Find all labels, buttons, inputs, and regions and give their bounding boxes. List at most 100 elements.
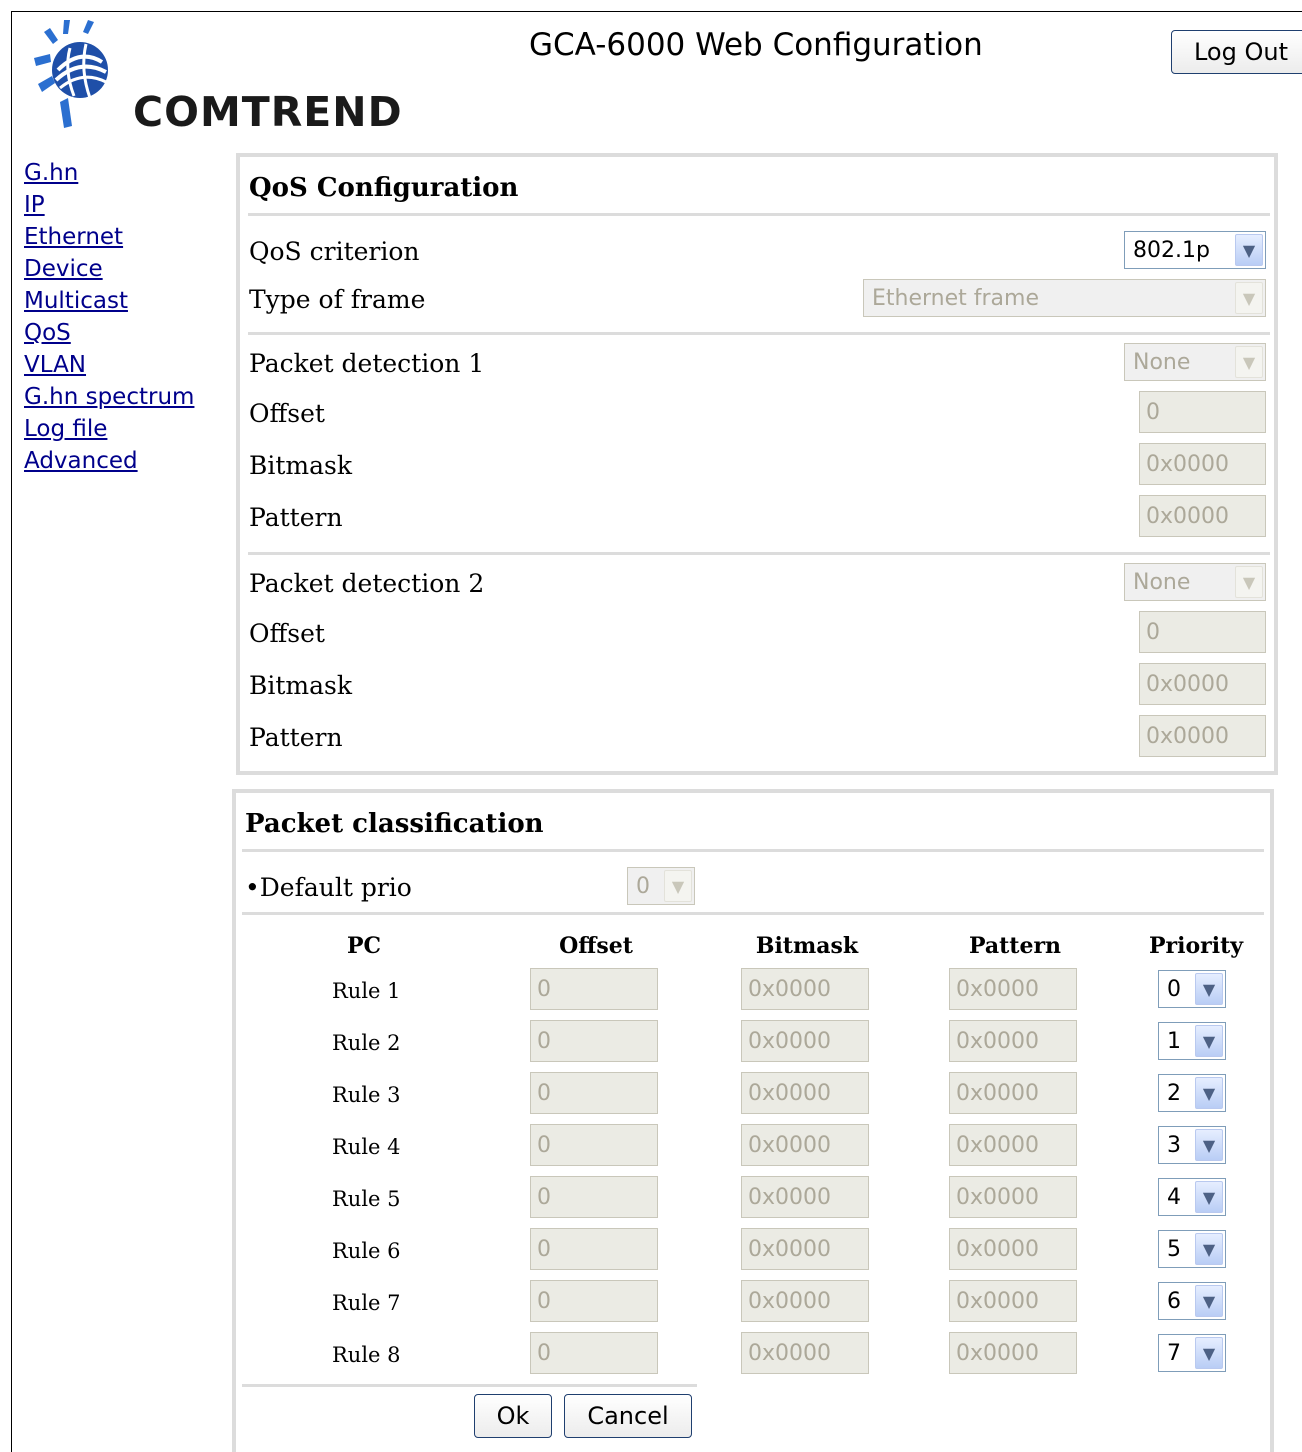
rule-priority-select[interactable]: 3 ▼	[1158, 1126, 1226, 1164]
comtrend-logo-icon	[34, 20, 108, 128]
pd2-offset-input[interactable]: 0	[1139, 611, 1266, 653]
column-header-pc: PC	[346, 933, 382, 959]
pd2-offset-label: Offset	[249, 619, 325, 648]
chevron-down-icon: ▼	[1195, 1025, 1223, 1057]
rule-priority-value: 7	[1167, 1340, 1181, 1366]
rule-offset-input[interactable]: 0	[530, 1228, 658, 1270]
logout-button[interactable]: Log Out	[1171, 30, 1302, 74]
pd2-bitmask-label: Bitmask	[249, 671, 353, 700]
rule-offset-input[interactable]: 0	[530, 968, 658, 1010]
pd1-offset-input[interactable]: 0	[1139, 391, 1266, 433]
rule-bitmask-input[interactable]: 0x0000	[741, 1176, 869, 1218]
rule-pattern-input[interactable]: 0x0000	[949, 1280, 1077, 1322]
chevron-down-icon: ▼	[1195, 973, 1223, 1005]
rule-bitmask-input[interactable]: 0x0000	[741, 968, 869, 1010]
rule-offset-input[interactable]: 0	[530, 1332, 658, 1374]
divider	[248, 552, 1270, 555]
rule-bitmask-input[interactable]: 0x0000	[741, 1072, 869, 1114]
rule-offset-input[interactable]: 0	[530, 1280, 658, 1322]
chevron-down-icon: ▼	[1235, 234, 1263, 266]
chevron-down-icon: ▼	[1235, 282, 1263, 314]
nav-link-ethernet[interactable]: Ethernet	[24, 221, 194, 253]
pd1-bitmask-label: Bitmask	[249, 451, 353, 480]
nav-link-advanced[interactable]: Advanced	[24, 445, 194, 477]
rule-priority-select[interactable]: 7 ▼	[1158, 1334, 1226, 1372]
default-prio-select[interactable]: 0 ▼	[627, 867, 695, 905]
divider	[248, 213, 1270, 216]
cancel-button[interactable]: Cancel	[564, 1394, 692, 1438]
nav-link-ghn[interactable]: G.hn	[24, 157, 194, 189]
rule-pattern-input[interactable]: 0x0000	[949, 1176, 1077, 1218]
rule-priority-select[interactable]: 4 ▼	[1158, 1178, 1226, 1216]
column-header-bitmask: Bitmask	[755, 933, 859, 959]
chevron-down-icon: ▼	[664, 870, 692, 902]
rule-label: Rule 6	[332, 1239, 401, 1263]
rule-label: Rule 1	[332, 979, 401, 1003]
rule-priority-select[interactable]: 0 ▼	[1158, 970, 1226, 1008]
rule-offset-input[interactable]: 0	[530, 1072, 658, 1114]
chevron-down-icon: ▼	[1235, 346, 1263, 378]
rule-bitmask-input[interactable]: 0x0000	[741, 1124, 869, 1166]
nav-link-device[interactable]: Device	[24, 253, 194, 285]
pd1-pattern-input[interactable]: 0x0000	[1139, 495, 1266, 537]
rule-bitmask-input[interactable]: 0x0000	[741, 1020, 869, 1062]
packet-detection-2-value: None	[1133, 569, 1191, 595]
logo-text: COMTREND	[133, 88, 403, 136]
rule-bitmask-input[interactable]: 0x0000	[741, 1280, 869, 1322]
qos-criterion-value: 802.1p	[1133, 237, 1210, 263]
rule-priority-select[interactable]: 6 ▼	[1158, 1282, 1226, 1320]
nav-link-vlan[interactable]: VLAN	[24, 349, 194, 381]
nav-link-ip[interactable]: IP	[24, 189, 194, 221]
ok-button[interactable]: Ok	[474, 1394, 552, 1438]
rule-priority-select[interactable]: 2 ▼	[1158, 1074, 1226, 1112]
chevron-down-icon: ▼	[1195, 1233, 1223, 1265]
chevron-down-icon: ▼	[1195, 1077, 1223, 1109]
rule-priority-value: 2	[1167, 1080, 1181, 1106]
rule-priority-select[interactable]: 1 ▼	[1158, 1022, 1226, 1060]
divider	[242, 1384, 697, 1387]
chevron-down-icon: ▼	[1195, 1129, 1223, 1161]
nav-link-qos[interactable]: QoS	[24, 317, 194, 349]
nav-link-ghn-spectrum[interactable]: G.hn spectrum	[24, 381, 194, 413]
chevron-down-icon: ▼	[1195, 1285, 1223, 1317]
type-of-frame-select[interactable]: Ethernet frame ▼	[863, 279, 1266, 317]
rule-pattern-input[interactable]: 0x0000	[949, 968, 1077, 1010]
packet-detection-1-select[interactable]: None ▼	[1124, 343, 1266, 381]
column-header-priority: Priority	[1148, 933, 1244, 959]
packet-detection-2-select[interactable]: None ▼	[1124, 563, 1266, 601]
rule-label: Rule 2	[332, 1031, 401, 1055]
chevron-down-icon: ▼	[1195, 1337, 1223, 1369]
pd2-pattern-input[interactable]: 0x0000	[1139, 715, 1266, 757]
rule-pattern-input[interactable]: 0x0000	[949, 1124, 1077, 1166]
rule-priority-value: 5	[1167, 1236, 1181, 1262]
rule-pattern-input[interactable]: 0x0000	[949, 1228, 1077, 1270]
nav-link-log-file[interactable]: Log file	[24, 413, 194, 445]
pd1-offset-label: Offset	[249, 399, 325, 428]
pd1-bitmask-input[interactable]: 0x0000	[1139, 443, 1266, 485]
sidebar-nav: G.hn IP Ethernet Device Multicast QoS VL…	[24, 157, 194, 477]
rule-bitmask-input[interactable]: 0x0000	[741, 1228, 869, 1270]
rule-label: Rule 5	[332, 1187, 401, 1211]
divider	[242, 912, 1264, 915]
rule-pattern-input[interactable]: 0x0000	[949, 1072, 1077, 1114]
pd2-bitmask-input[interactable]: 0x0000	[1139, 663, 1266, 705]
rule-label: Rule 7	[332, 1291, 401, 1315]
rule-offset-input[interactable]: 0	[530, 1020, 658, 1062]
divider	[248, 332, 1270, 335]
rule-bitmask-input[interactable]: 0x0000	[741, 1332, 869, 1374]
divider	[242, 849, 1264, 852]
rule-priority-select[interactable]: 5 ▼	[1158, 1230, 1226, 1268]
rule-label: Rule 3	[332, 1083, 401, 1107]
rule-priority-value: 0	[1167, 976, 1181, 1002]
chevron-down-icon: ▼	[1195, 1181, 1223, 1213]
packet-detection-1-label: Packet detection 1	[249, 349, 485, 378]
panel-title: QoS Configuration	[249, 173, 519, 203]
rule-pattern-input[interactable]: 0x0000	[949, 1020, 1077, 1062]
rule-label: Rule 8	[332, 1343, 401, 1367]
nav-link-multicast[interactable]: Multicast	[24, 285, 194, 317]
rule-offset-input[interactable]: 0	[530, 1176, 658, 1218]
qos-criterion-select[interactable]: 802.1p ▼	[1124, 231, 1266, 269]
rule-offset-input[interactable]: 0	[530, 1124, 658, 1166]
rule-pattern-input[interactable]: 0x0000	[949, 1332, 1077, 1374]
column-header-offset: Offset	[559, 933, 633, 959]
